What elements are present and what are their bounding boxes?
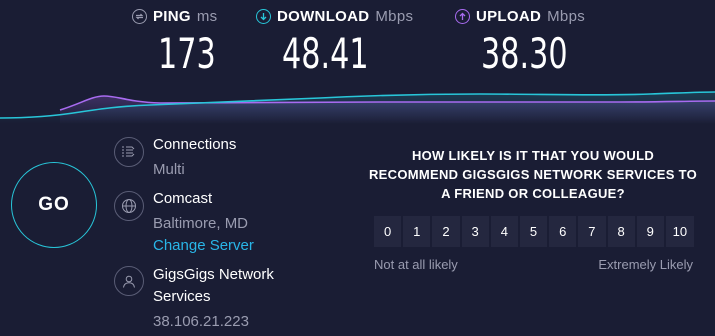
upload-unit: Mbps bbox=[547, 8, 586, 25]
upload-arrow-icon bbox=[455, 9, 470, 24]
upload-label: UPLOAD bbox=[476, 8, 542, 25]
go-button[interactable]: GO bbox=[11, 162, 97, 248]
rating-option-4[interactable]: 4 bbox=[490, 216, 518, 247]
upload-header: UPLOAD Mbps bbox=[455, 8, 601, 25]
download-arrow-icon bbox=[256, 9, 271, 24]
server-location: Baltimore, MD bbox=[153, 215, 249, 232]
ip-address: 38.106.21.223 bbox=[153, 313, 249, 330]
survey-question: HOW LIKELY IS IT THAT YOU WOULD RECOMMEN… bbox=[368, 146, 698, 203]
download-metric: DOWNLOAD Mbps 48.41 bbox=[256, 8, 413, 75]
survey-question-line3: A FRIEND OR COLLEAGUE? bbox=[441, 186, 625, 201]
rating-option-5[interactable]: 5 bbox=[519, 216, 548, 247]
ping-icon bbox=[132, 9, 147, 24]
rating-option-2[interactable]: 2 bbox=[432, 216, 460, 247]
speedtest-results: PING ms 173 DOWNLOAD Mbps 48.41 UPLOAD M… bbox=[0, 0, 715, 336]
connections-title: Connections bbox=[153, 136, 237, 153]
user-icon bbox=[114, 266, 144, 296]
rating-option-10[interactable]: 10 bbox=[665, 216, 694, 247]
rating-option-0[interactable]: 0 bbox=[374, 216, 402, 247]
rating-option-8[interactable]: 8 bbox=[607, 216, 635, 247]
speed-graph bbox=[0, 91, 715, 124]
survey-question-line2: RECOMMEND GIGSGIGS NETWORK SERVICES TO bbox=[368, 167, 697, 182]
rating-option-7[interactable]: 7 bbox=[578, 216, 606, 247]
rating-low-label: Not at all likely bbox=[374, 257, 458, 272]
rating-option-9[interactable]: 9 bbox=[636, 216, 664, 247]
download-label: DOWNLOAD bbox=[277, 8, 370, 25]
upload-value: 38.30 bbox=[481, 29, 568, 78]
rating-high-label: Extremely Likely bbox=[598, 257, 693, 272]
ping-unit: ms bbox=[196, 8, 218, 25]
upload-metric: UPLOAD Mbps 38.30 bbox=[455, 8, 601, 75]
rating-option-3[interactable]: 3 bbox=[461, 216, 489, 247]
download-header: DOWNLOAD Mbps bbox=[256, 8, 413, 25]
ping-label: PING bbox=[153, 8, 191, 25]
survey-question-line1: HOW LIKELY IS IT THAT YOU WOULD bbox=[411, 148, 655, 163]
globe-icon bbox=[114, 191, 144, 221]
download-value: 48.41 bbox=[282, 29, 369, 78]
download-unit: Mbps bbox=[375, 8, 414, 25]
host-name-line1: GigsGigs Network bbox=[153, 266, 274, 283]
isp-name: Comcast bbox=[153, 190, 213, 207]
rating-option-6[interactable]: 6 bbox=[549, 216, 577, 247]
rating-option-1[interactable]: 1 bbox=[403, 216, 431, 247]
ping-metric: PING ms 173 bbox=[132, 8, 238, 75]
connections-value: Multi bbox=[153, 161, 185, 178]
rating-scale: 0 1 2 3 4 5 6 7 8 9 10 bbox=[374, 216, 694, 247]
host-name-line2: Services bbox=[153, 288, 211, 305]
ping-header: PING ms bbox=[132, 8, 238, 25]
ping-value: 173 bbox=[158, 29, 216, 78]
connections-icon[interactable] bbox=[114, 137, 144, 167]
change-server-link[interactable]: Change Server bbox=[153, 237, 254, 254]
